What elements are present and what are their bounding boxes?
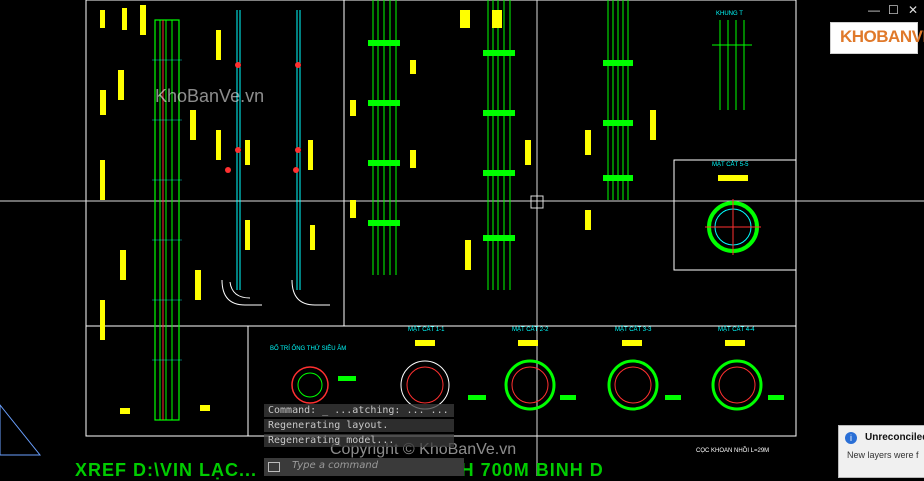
command-history: Command: _ ...atching: ... ... Regenerat… — [264, 404, 454, 449]
command-history-line: Regenerating model... — [264, 434, 454, 447]
label-mat-cat-33: MẶT CẮT 3-3 — [615, 325, 652, 333]
cad-drawing-canvas[interactable]: KHUNG T MẶT CẮT 5-5 MẶT CẮT 1-1 MẶT CẮT … — [0, 0, 924, 476]
command-history-line: Command: _ ...atching: ... ... — [264, 404, 454, 417]
info-icon: i — [845, 432, 857, 444]
rebar-cage-khung-t — [712, 20, 752, 110]
rebar-cage-2 — [487, 0, 511, 290]
label-mat-cat-22: MẶT CẮT 2-2 — [512, 325, 549, 333]
notification-popup[interactable]: i Unreconciled New layers were f — [838, 425, 924, 478]
sections-row — [291, 359, 763, 411]
command-history-line: Regenerating layout. — [264, 419, 454, 432]
section-55 — [705, 175, 761, 255]
label-mat-cat-11: MẶT CẮT 1-1 — [408, 325, 445, 333]
notification-body: New layers were f — [847, 450, 919, 460]
label-bo-tri: BỐ TRÍ ỐNG THỬ SIÊU ÂM — [270, 344, 346, 352]
khobanve-logo: KHOBANVE — [830, 22, 924, 54]
dimension-marks-left — [100, 5, 315, 414]
command-icon[interactable] — [268, 462, 280, 472]
label-mat-cat-44: MẶT CẮT 4-4 — [718, 325, 755, 333]
drawing-frame — [85, 0, 797, 437]
command-placeholder: Type a command — [292, 460, 379, 471]
label-khung-t: KHUNG T — [716, 11, 743, 17]
close-icon[interactable]: ✕ — [908, 3, 918, 17]
notification-title: Unreconciled — [865, 432, 924, 443]
label-coc-khoan: CỌC KHOAN NHỒI L=29M — [696, 447, 769, 454]
watermark-top: KhoBanVe.vn — [155, 86, 265, 106]
pile-elevation-2 — [221, 10, 262, 306]
logo-text: KHOBANVE — [840, 27, 924, 46]
minimize-icon[interactable]: — — [868, 3, 880, 17]
command-input[interactable]: Type a command — [264, 458, 464, 476]
pile-elevation-main — [152, 19, 182, 421]
maximize-icon[interactable]: ☐ — [888, 3, 899, 17]
window-controls: — ☐ ✕ — [862, 0, 924, 22]
label-mat-cat-55: MẶT CẮT 5-5 — [712, 160, 749, 168]
rebar-cage-3 — [607, 0, 629, 200]
